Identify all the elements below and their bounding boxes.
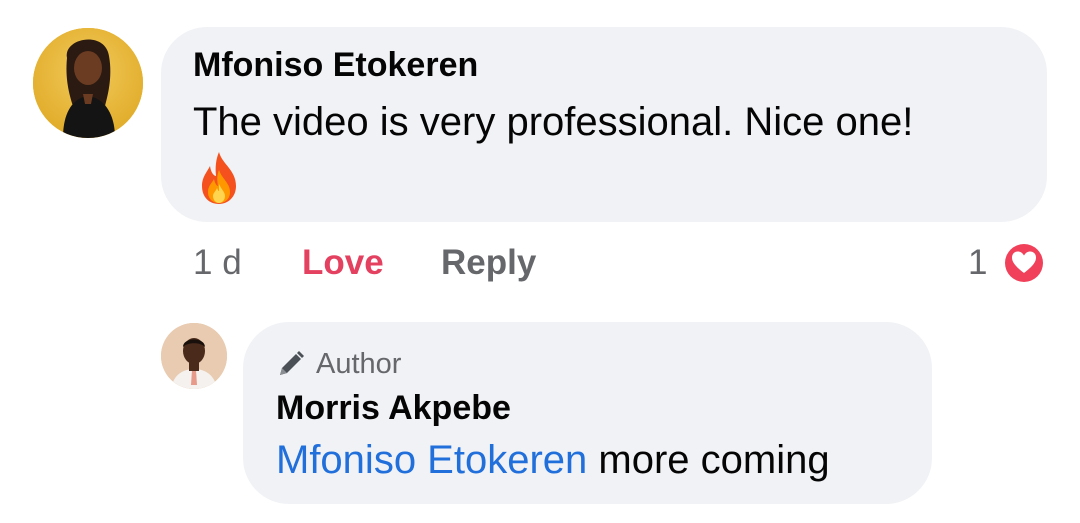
comment-text: The video is very professional. Nice one… — [193, 100, 914, 144]
reply-text: Mfoniso Etokeren more coming — [276, 438, 830, 483]
mention-link[interactable]: Mfoniso Etokeren — [276, 438, 587, 482]
author-badge-label: Author — [316, 347, 402, 380]
reply-text-body: more coming — [587, 438, 830, 482]
comment-timestamp: 1 d — [193, 243, 242, 282]
reply-author[interactable]: Morris Akpebe — [276, 389, 511, 428]
reply-avatar[interactable] — [161, 323, 227, 389]
comment-thread: Mfoniso Etokeren The video is very profe… — [0, 0, 1080, 523]
reaction-count[interactable]: 1 — [968, 243, 987, 283]
love-button[interactable]: Love — [302, 243, 384, 283]
avatar-photo-icon — [33, 28, 143, 138]
heart-icon[interactable] — [1001, 240, 1047, 286]
author-badge: Author — [276, 346, 401, 382]
pencil-icon — [280, 351, 304, 375]
avatar[interactable] — [33, 28, 143, 138]
reply-avatar-photo-icon — [161, 323, 227, 389]
reply-button[interactable]: Reply — [441, 243, 536, 283]
fire-icon — [202, 152, 236, 204]
comment-author[interactable]: Mfoniso Etokeren — [193, 46, 478, 85]
